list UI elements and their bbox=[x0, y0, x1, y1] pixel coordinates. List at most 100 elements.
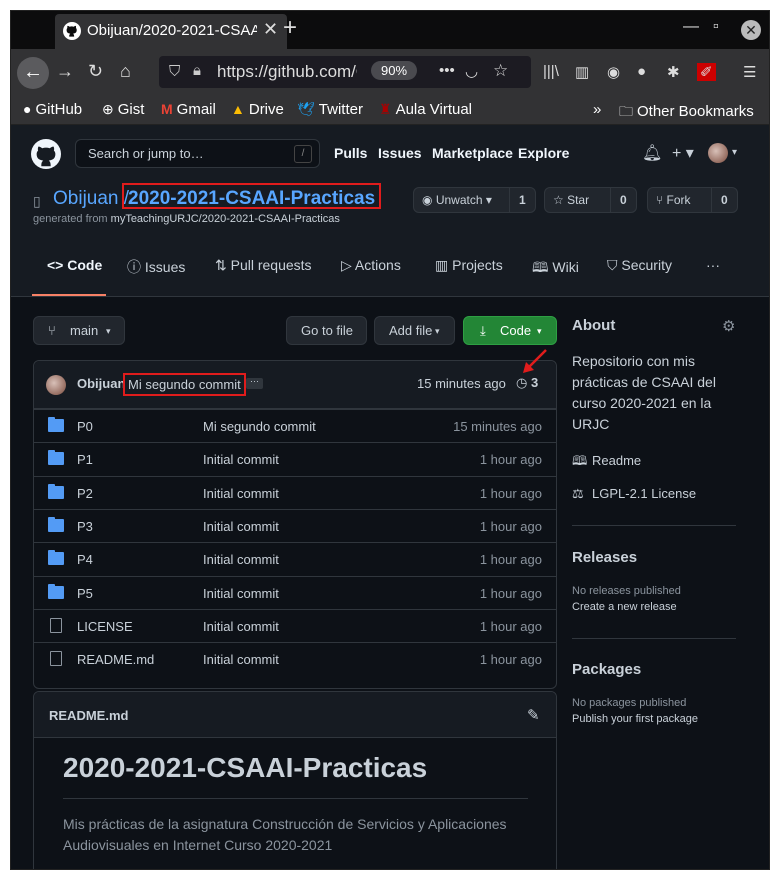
branch-select-button[interactable]: ⑂ main ▾ bbox=[33, 316, 125, 345]
bookmark-twitter[interactable]: 🕊︎ Twitter bbox=[297, 101, 363, 118]
repo-name-link[interactable]: 2020-2021-CSAAI-Practicas bbox=[122, 183, 382, 209]
file-name[interactable]: README.md bbox=[77, 652, 154, 667]
zoom-level[interactable]: 90% bbox=[371, 61, 418, 80]
file-name[interactable]: P5 bbox=[77, 586, 93, 601]
browser-tab[interactable]: Obijuan/2020-2021-CSAAI-Practicas ✕ bbox=[55, 14, 287, 49]
file-commit-message[interactable]: Initial commit bbox=[203, 552, 279, 567]
tab-close-icon[interactable]: ✕ bbox=[263, 19, 278, 40]
file-commit-message[interactable]: Initial commit bbox=[203, 452, 279, 467]
bookmark-drive[interactable]: ▲ Drive bbox=[231, 101, 284, 118]
nav-pulls[interactable]: Pulls bbox=[334, 145, 367, 161]
gear-icon[interactable]: ⚙ bbox=[722, 317, 735, 335]
go-to-file-button[interactable]: Go to file bbox=[286, 316, 367, 345]
file-commit-message[interactable]: Initial commit bbox=[203, 652, 279, 667]
publish-package-link[interactable]: Publish your first package bbox=[572, 713, 698, 725]
table-row[interactable]: P4 Initial commit 1 hour ago bbox=[34, 542, 556, 575]
tab-projects[interactable]: ▥ Projects bbox=[435, 257, 503, 274]
github-extension-icon[interactable]: ● bbox=[637, 63, 646, 80]
file-name[interactable]: P2 bbox=[77, 486, 93, 501]
bookmarks-overflow-icon[interactable]: » bbox=[593, 101, 601, 118]
more-tabs-icon[interactable]: ··· bbox=[706, 257, 720, 273]
template-repo-link[interactable]: myTeachingURJC/2020-2021-CSAAI-Practicas bbox=[111, 213, 340, 225]
bookmark-aula-virtual[interactable]: ♜ Aula Virtual bbox=[379, 101, 472, 118]
file-name[interactable]: P3 bbox=[77, 519, 93, 534]
table-row[interactable]: P3 Initial commit 1 hour ago bbox=[34, 508, 556, 542]
maximize-icon[interactable]: ▫ bbox=[713, 18, 719, 36]
avatar[interactable] bbox=[708, 143, 728, 163]
table-row[interactable]: P5 Initial commit 1 hour ago bbox=[34, 575, 556, 609]
code-button[interactable]: ⤓ Code ▾ bbox=[463, 316, 557, 345]
url-bar[interactable]: ⛉ 🔒︎ https://github.com/O 90% ••• ◡ ☆ bbox=[159, 56, 531, 88]
file-name[interactable]: P4 bbox=[77, 552, 93, 567]
file-name[interactable]: P1 bbox=[77, 452, 93, 467]
tab-code[interactable]: <> Code bbox=[47, 257, 102, 273]
new-tab-icon[interactable]: + bbox=[283, 14, 297, 42]
github-logo-icon[interactable] bbox=[31, 139, 61, 169]
extension-icon[interactable]: ✱ bbox=[667, 63, 680, 81]
table-row[interactable]: LICENSE Initial commit 1 hour ago bbox=[34, 608, 556, 642]
star-button[interactable]: ☆ Star 0 bbox=[544, 187, 637, 213]
readme-filename[interactable]: README.md bbox=[49, 708, 128, 723]
table-row[interactable]: README.md Initial commit 1 hour ago bbox=[34, 642, 556, 675]
tab-actions[interactable]: ▷ Actions bbox=[341, 257, 401, 274]
pocket-icon[interactable]: ◡ bbox=[465, 62, 478, 80]
bookmark-gist[interactable]: ⊕ Gist bbox=[102, 101, 144, 118]
create-new-icon[interactable]: + ▾ bbox=[672, 143, 694, 163]
notifications-bell-icon[interactable]: 🔔︎ bbox=[642, 143, 662, 163]
minimize-icon[interactable]: — bbox=[683, 18, 699, 36]
add-file-button[interactable]: Add file ▾ bbox=[374, 316, 455, 345]
bookmark-star-icon[interactable]: ☆ bbox=[493, 61, 508, 81]
license-link[interactable]: ⚖ LGPL-2.1 License bbox=[572, 486, 696, 502]
commit-author[interactable]: Obijuan bbox=[77, 376, 125, 391]
packages-title[interactable]: Packages bbox=[572, 661, 641, 678]
lock-icon[interactable]: 🔒︎ bbox=[193, 62, 201, 79]
unwatch-button[interactable]: ◉ Unwatch ▾ 1 bbox=[413, 187, 536, 213]
nav-issues[interactable]: Issues bbox=[378, 145, 422, 161]
home-icon[interactable]: ⌂ bbox=[120, 61, 131, 82]
file-name[interactable]: P0 bbox=[77, 419, 93, 434]
readme-link[interactable]: 🕮 Readme bbox=[572, 452, 641, 474]
repo-owner-link[interactable]: Obijuan / bbox=[53, 188, 129, 210]
sidebar-icon[interactable]: ▥ bbox=[575, 63, 589, 81]
menu-icon[interactable]: ☰ bbox=[743, 63, 756, 81]
nav-marketplace[interactable]: Marketplace bbox=[432, 145, 513, 161]
table-row[interactable]: P0 Mi segundo commit 15 minutes ago bbox=[34, 409, 556, 442]
other-bookmarks[interactable]: 🗀 Other Bookmarks bbox=[619, 101, 754, 125]
search-input[interactable]: Search or jump to… / bbox=[75, 139, 320, 168]
reload-icon[interactable]: ↻ bbox=[88, 61, 103, 82]
account-icon[interactable]: ◉ bbox=[607, 63, 620, 81]
commit-history-link[interactable]: ◷ 3 bbox=[516, 375, 538, 391]
releases-title[interactable]: Releases bbox=[572, 549, 637, 566]
file-commit-message[interactable]: Initial commit bbox=[203, 619, 279, 634]
forward-icon[interactable]: → bbox=[56, 61, 74, 82]
file-name[interactable]: LICENSE bbox=[77, 619, 133, 634]
file-commit-message[interactable]: Initial commit bbox=[203, 486, 279, 501]
bookmark-github[interactable]: ● GitHub bbox=[23, 101, 82, 118]
create-release-link[interactable]: Create a new release bbox=[572, 601, 677, 613]
commit-message[interactable]: Mi segundo commit bbox=[123, 373, 246, 396]
file-commit-message[interactable]: Initial commit bbox=[203, 586, 279, 601]
ublock-extension-icon[interactable]: ✐ bbox=[697, 63, 716, 81]
shield-icon[interactable]: ⛉ bbox=[169, 63, 180, 80]
table-row[interactable]: P2 Initial commit 1 hour ago bbox=[34, 475, 556, 509]
tab-issues[interactable]: ⓘ Issues bbox=[127, 257, 185, 277]
library-icon[interactable]: |||\ bbox=[543, 63, 559, 80]
back-icon[interactable]: ← bbox=[17, 57, 49, 89]
folder-icon: 🗀 bbox=[619, 103, 633, 119]
nav-explore[interactable]: Explore bbox=[518, 145, 569, 161]
commit-expand-button[interactable]: ··· bbox=[246, 377, 263, 389]
tab-security[interactable]: ⛉ Security bbox=[607, 257, 672, 274]
commit-author-avatar[interactable] bbox=[46, 375, 66, 395]
chevron-down-icon[interactable]: ▾ bbox=[732, 147, 737, 158]
bookmark-gmail[interactable]: M Gmail bbox=[161, 101, 216, 118]
fork-button[interactable]: ⑂ Fork 0 bbox=[647, 187, 738, 213]
file-commit-message[interactable]: Mi segundo commit bbox=[203, 419, 316, 434]
tab-wiki[interactable]: 🕮 Wiki bbox=[532, 257, 579, 281]
file-commit-message[interactable]: Initial commit bbox=[203, 519, 279, 534]
close-window-icon[interactable]: ✕ bbox=[741, 20, 761, 40]
url-text[interactable]: https://github.com/O bbox=[217, 62, 357, 82]
table-row[interactable]: P1 Initial commit 1 hour ago bbox=[34, 442, 556, 475]
page-actions-icon[interactable]: ••• bbox=[439, 62, 455, 79]
edit-pencil-icon[interactable]: ✎ bbox=[527, 706, 540, 724]
tab-pull-requests[interactable]: ⇅ Pull requests bbox=[215, 257, 312, 274]
